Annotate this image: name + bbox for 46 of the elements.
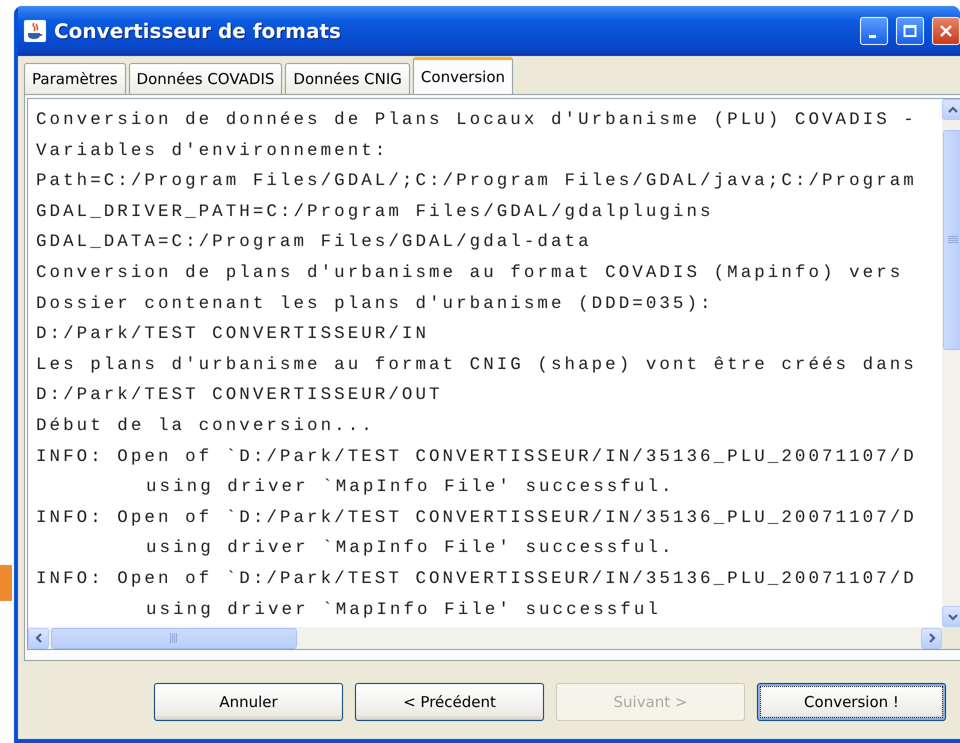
tab[interactable]: Données COVADIS	[128, 63, 282, 94]
maximize-icon	[903, 24, 917, 38]
window-title: Convertisseur de formats	[54, 19, 342, 43]
tab[interactable]: Paramètres	[24, 63, 126, 94]
dialog-button[interactable]: Annuler	[154, 683, 343, 721]
log-line: using driver `MapInfo File' successful	[145, 598, 662, 622]
chevron-icon	[32, 632, 44, 644]
log-line: Début de la conversion...	[36, 414, 376, 438]
maximize-button[interactable]	[896, 17, 924, 45]
scroll-right-button[interactable]	[921, 628, 942, 648]
scroll-left-button[interactable]	[28, 628, 49, 648]
scroll-up-button[interactable]	[942, 99, 960, 120]
minimize-icon	[868, 34, 876, 38]
coffee-cup-icon	[24, 20, 46, 42]
tab[interactable]: Conversion	[412, 57, 514, 94]
log-line: INFO: Open of `D:/Park/TEST CONVERTISSEUR/IN/35136_PLU_20071107/D	[36, 446, 918, 469]
scrollbar-thumb[interactable]	[51, 628, 297, 648]
grip-icon	[948, 236, 958, 244]
scrollbar-thumb[interactable]	[943, 130, 960, 350]
close-button[interactable]	[932, 17, 960, 45]
log-line: Les plans d'urbanisme au format CNIG (shape) vont être créés dans	[36, 354, 918, 377]
log-line: INFO: Open of `D:/Park/TEST CONVERTISSEUR/IN/35136_PLU_20071107/D	[36, 568, 918, 591]
log-line: GDAL_DRIVER_PATH=C:/Program Files/GDAL/gdalplugins	[36, 200, 715, 224]
log-line: Conversion de données de Plans Locaux d'Urbanisme (PLU) COVADIS -	[36, 109, 918, 132]
vertical-scrollbar[interactable]	[942, 99, 960, 627]
dialog-button[interactable]: < Précédent	[355, 683, 544, 721]
log-line: D:/Park/TEST CONVERTISSEUR/IN	[36, 323, 430, 346]
chevron-icon	[946, 104, 958, 116]
horizontal-scrollbar[interactable]	[28, 627, 942, 649]
background-shape	[0, 565, 12, 601]
scroll-down-button[interactable]	[942, 606, 960, 627]
log-line: GDAL_DATA=C:/Program Files/GDAL/gdal-data	[36, 231, 593, 254]
log-line: using driver `MapInfo File' successful.	[145, 537, 676, 560]
dialog-button[interactable]: Conversion !	[757, 683, 946, 721]
log-line: Dossier contenant les plans d'urbanisme (DDD=035):	[36, 292, 715, 316]
grip-icon	[170, 633, 178, 643]
close-icon	[939, 24, 953, 38]
log-line: Path=C:/Program Files/GDAL/;C:/Program Files/GDAL/java;C:/Program	[36, 170, 918, 194]
minimize-button[interactable]	[860, 17, 888, 45]
log-line: Variables d'environnement:	[36, 140, 390, 163]
log-line: INFO: Open of `D:/Park/TEST CONVERTISSEUR/IN/35136_PLU_20071107/D	[36, 506, 918, 530]
log-line: D:/Park/TEST CONVERTISSEUR/OUT	[36, 384, 444, 408]
tab[interactable]: Données CNIG	[285, 63, 410, 94]
scrollbar-corner	[942, 627, 960, 649]
log-line: using driver `MapInfo File' successful.	[145, 476, 676, 500]
log-line: Conversion de plans d'urbanisme au format COVADIS (Mapinfo) vers	[36, 262, 904, 285]
